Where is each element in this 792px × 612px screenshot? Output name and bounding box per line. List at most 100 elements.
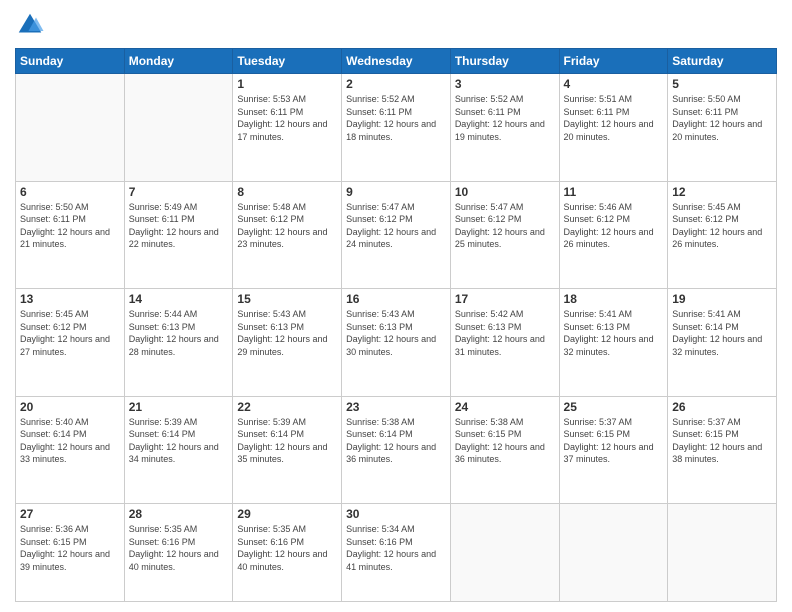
day-number: 21 [129,400,229,414]
day-number: 2 [346,77,446,91]
day-number: 14 [129,292,229,306]
day-number: 19 [672,292,772,306]
day-info: Sunrise: 5:43 AM Sunset: 6:13 PM Dayligh… [346,308,446,358]
day-info: Sunrise: 5:52 AM Sunset: 6:11 PM Dayligh… [455,93,555,143]
calendar-cell: 18Sunrise: 5:41 AM Sunset: 6:13 PM Dayli… [559,289,668,397]
day-number: 10 [455,185,555,199]
calendar-cell: 29 Sunrise: 5:35 AM Sunset: 6:16 PM Dayli… [233,504,342,602]
weekday-header-tuesday: Tuesday [233,49,342,74]
calendar-cell: 8 Sunrise: 5:48 AM Sunset: 6:12 PM Daylig… [233,181,342,289]
day-info: Sunrise: 5:51 AM Sunset: 6:11 PM Dayligh… [564,93,664,143]
day-info: Sunrise: 5:48 AM Sunset: 6:12 PM Dayligh… [237,201,337,251]
day-number: 9 [346,185,446,199]
weekday-header-saturday: Saturday [668,49,777,74]
calendar-cell: 19 Sunrise: 5:41 AM Sunset: 6:14 PM Dayli… [668,289,777,397]
day-info: Sunrise: 5:37 AM Sunset: 6:15 PM Dayligh… [564,416,664,466]
day-number: 30 [346,507,446,521]
day-info: Sunrise: 5:44 AM Sunset: 6:13 PM Dayligh… [129,308,229,358]
day-number: 4 [564,77,664,91]
day-info: Sunrise: 5:47 AM Sunset: 6:12 PM Dayligh… [455,201,555,251]
calendar-cell: 23 Sunrise: 5:38 AM Sunset: 6:14 PM Dayli… [342,396,451,504]
calendar-cell: 2 Sunrise: 5:52 AM Sunset: 6:11 PM Daylig… [342,74,451,182]
calendar-cell [450,504,559,602]
calendar-cell: 6Sunrise: 5:50 AM Sunset: 6:11 PM Daylig… [16,181,125,289]
day-info: Sunrise: 5:34 AM Sunset: 6:16 PM Dayligh… [346,523,446,573]
day-info: Sunrise: 5:47 AM Sunset: 6:12 PM Dayligh… [346,201,446,251]
day-info: Sunrise: 5:36 AM Sunset: 6:15 PM Dayligh… [20,523,120,573]
day-number: 24 [455,400,555,414]
calendar-table: SundayMondayTuesdayWednesdayThursdayFrid… [15,48,777,602]
day-number: 17 [455,292,555,306]
calendar-cell: 9 Sunrise: 5:47 AM Sunset: 6:12 PM Daylig… [342,181,451,289]
day-info: Sunrise: 5:46 AM Sunset: 6:12 PM Dayligh… [564,201,664,251]
day-number: 22 [237,400,337,414]
calendar-cell [559,504,668,602]
calendar-cell [124,74,233,182]
day-number: 16 [346,292,446,306]
day-number: 13 [20,292,120,306]
calendar-cell: 10 Sunrise: 5:47 AM Sunset: 6:12 PM Dayli… [450,181,559,289]
day-number: 12 [672,185,772,199]
day-info: Sunrise: 5:39 AM Sunset: 6:14 PM Dayligh… [237,416,337,466]
calendar-cell: 4 Sunrise: 5:51 AM Sunset: 6:11 PM Daylig… [559,74,668,182]
week-row-3: 13 Sunrise: 5:45 AM Sunset: 6:12 PM Dayli… [16,289,777,397]
calendar-cell [668,504,777,602]
calendar-cell: 3 Sunrise: 5:52 AM Sunset: 6:11 PM Daylig… [450,74,559,182]
weekday-header-monday: Monday [124,49,233,74]
day-number: 6 [20,185,120,199]
header [15,10,777,40]
day-info: Sunrise: 5:35 AM Sunset: 6:16 PM Dayligh… [237,523,337,573]
calendar-cell: 1 Sunrise: 5:53 AM Sunset: 6:11 PM Daylig… [233,74,342,182]
week-row-4: 20Sunrise: 5:40 AM Sunset: 6:14 PM Dayli… [16,396,777,504]
calendar-cell: 24 Sunrise: 5:38 AM Sunset: 6:15 PM Dayli… [450,396,559,504]
calendar-cell: 27 Sunrise: 5:36 AM Sunset: 6:15 PM Dayli… [16,504,125,602]
logo [15,10,49,40]
day-number: 8 [237,185,337,199]
calendar-cell: 20Sunrise: 5:40 AM Sunset: 6:14 PM Dayli… [16,396,125,504]
week-row-2: 6Sunrise: 5:50 AM Sunset: 6:11 PM Daylig… [16,181,777,289]
day-number: 26 [672,400,772,414]
day-info: Sunrise: 5:50 AM Sunset: 6:11 PM Dayligh… [672,93,772,143]
day-number: 25 [564,400,664,414]
day-number: 20 [20,400,120,414]
calendar-cell: 21Sunrise: 5:39 AM Sunset: 6:14 PM Dayli… [124,396,233,504]
calendar-cell: 17 Sunrise: 5:42 AM Sunset: 6:13 PM Dayli… [450,289,559,397]
weekday-header-thursday: Thursday [450,49,559,74]
calendar-cell: 7Sunrise: 5:49 AM Sunset: 6:11 PM Daylig… [124,181,233,289]
calendar-cell: 25 Sunrise: 5:37 AM Sunset: 6:15 PM Dayli… [559,396,668,504]
calendar-cell: 11 Sunrise: 5:46 AM Sunset: 6:12 PM Dayli… [559,181,668,289]
day-number: 5 [672,77,772,91]
day-info: Sunrise: 5:37 AM Sunset: 6:15 PM Dayligh… [672,416,772,466]
day-info: Sunrise: 5:53 AM Sunset: 6:11 PM Dayligh… [237,93,337,143]
calendar-cell: 14 Sunrise: 5:44 AM Sunset: 6:13 PM Dayli… [124,289,233,397]
day-number: 3 [455,77,555,91]
calendar-cell [16,74,125,182]
page: SundayMondayTuesdayWednesdayThursdayFrid… [0,0,792,612]
day-number: 23 [346,400,446,414]
day-info: Sunrise: 5:38 AM Sunset: 6:15 PM Dayligh… [455,416,555,466]
weekday-header-row: SundayMondayTuesdayWednesdayThursdayFrid… [16,49,777,74]
calendar-cell: 30 Sunrise: 5:34 AM Sunset: 6:16 PM Dayli… [342,504,451,602]
day-number: 1 [237,77,337,91]
day-info: Sunrise: 5:52 AM Sunset: 6:11 PM Dayligh… [346,93,446,143]
day-number: 29 [237,507,337,521]
weekday-header-friday: Friday [559,49,668,74]
day-info: Sunrise: 5:49 AM Sunset: 6:11 PM Dayligh… [129,201,229,251]
day-info: Sunrise: 5:38 AM Sunset: 6:14 PM Dayligh… [346,416,446,466]
calendar-cell: 13 Sunrise: 5:45 AM Sunset: 6:12 PM Dayli… [16,289,125,397]
calendar-cell: 16 Sunrise: 5:43 AM Sunset: 6:13 PM Dayli… [342,289,451,397]
calendar-cell: 15Sunrise: 5:43 AM Sunset: 6:13 PM Dayli… [233,289,342,397]
day-info: Sunrise: 5:42 AM Sunset: 6:13 PM Dayligh… [455,308,555,358]
day-info: Sunrise: 5:35 AM Sunset: 6:16 PM Dayligh… [129,523,229,573]
day-info: Sunrise: 5:43 AM Sunset: 6:13 PM Dayligh… [237,308,337,358]
calendar-cell: 12 Sunrise: 5:45 AM Sunset: 6:12 PM Dayli… [668,181,777,289]
week-row-5: 27 Sunrise: 5:36 AM Sunset: 6:15 PM Dayli… [16,504,777,602]
day-info: Sunrise: 5:45 AM Sunset: 6:12 PM Dayligh… [20,308,120,358]
day-number: 11 [564,185,664,199]
week-row-1: 1 Sunrise: 5:53 AM Sunset: 6:11 PM Daylig… [16,74,777,182]
weekday-header-sunday: Sunday [16,49,125,74]
day-number: 27 [20,507,120,521]
calendar-cell: 5 Sunrise: 5:50 AM Sunset: 6:11 PM Daylig… [668,74,777,182]
day-info: Sunrise: 5:45 AM Sunset: 6:12 PM Dayligh… [672,201,772,251]
day-info: Sunrise: 5:41 AM Sunset: 6:14 PM Dayligh… [672,308,772,358]
